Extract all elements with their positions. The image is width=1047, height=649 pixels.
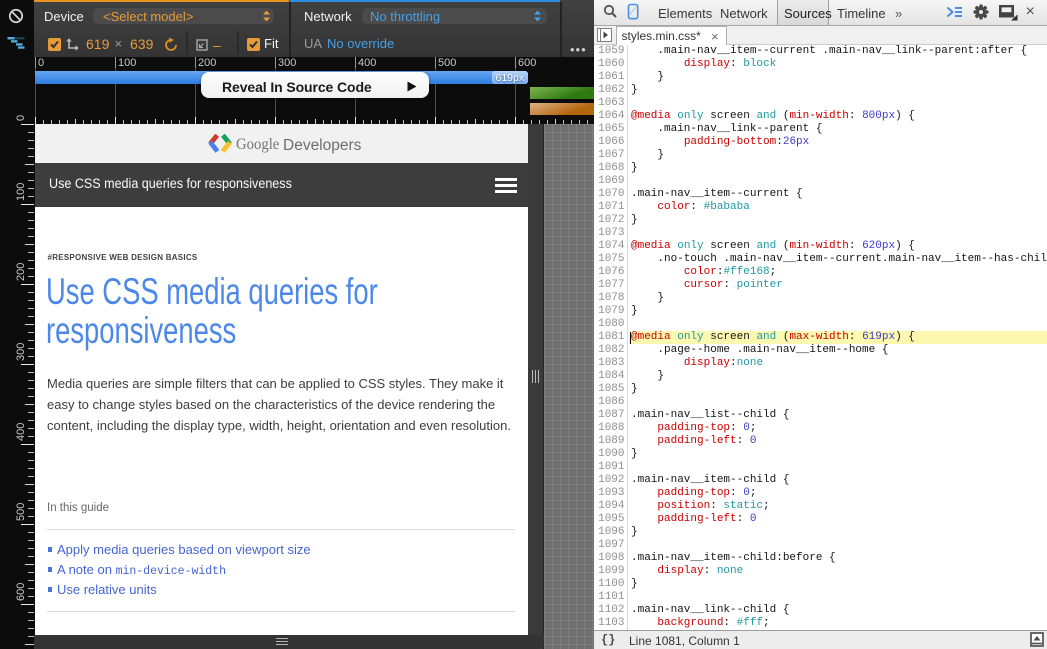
svg-text:400: 400 [15, 423, 27, 441]
svg-text:100: 100 [15, 183, 27, 201]
svg-text:200: 200 [15, 263, 27, 281]
svg-text:500: 500 [15, 503, 27, 521]
svg-text:0: 0 [15, 115, 27, 121]
svg-text:600: 600 [15, 583, 27, 601]
svg-text:300: 300 [15, 343, 27, 361]
